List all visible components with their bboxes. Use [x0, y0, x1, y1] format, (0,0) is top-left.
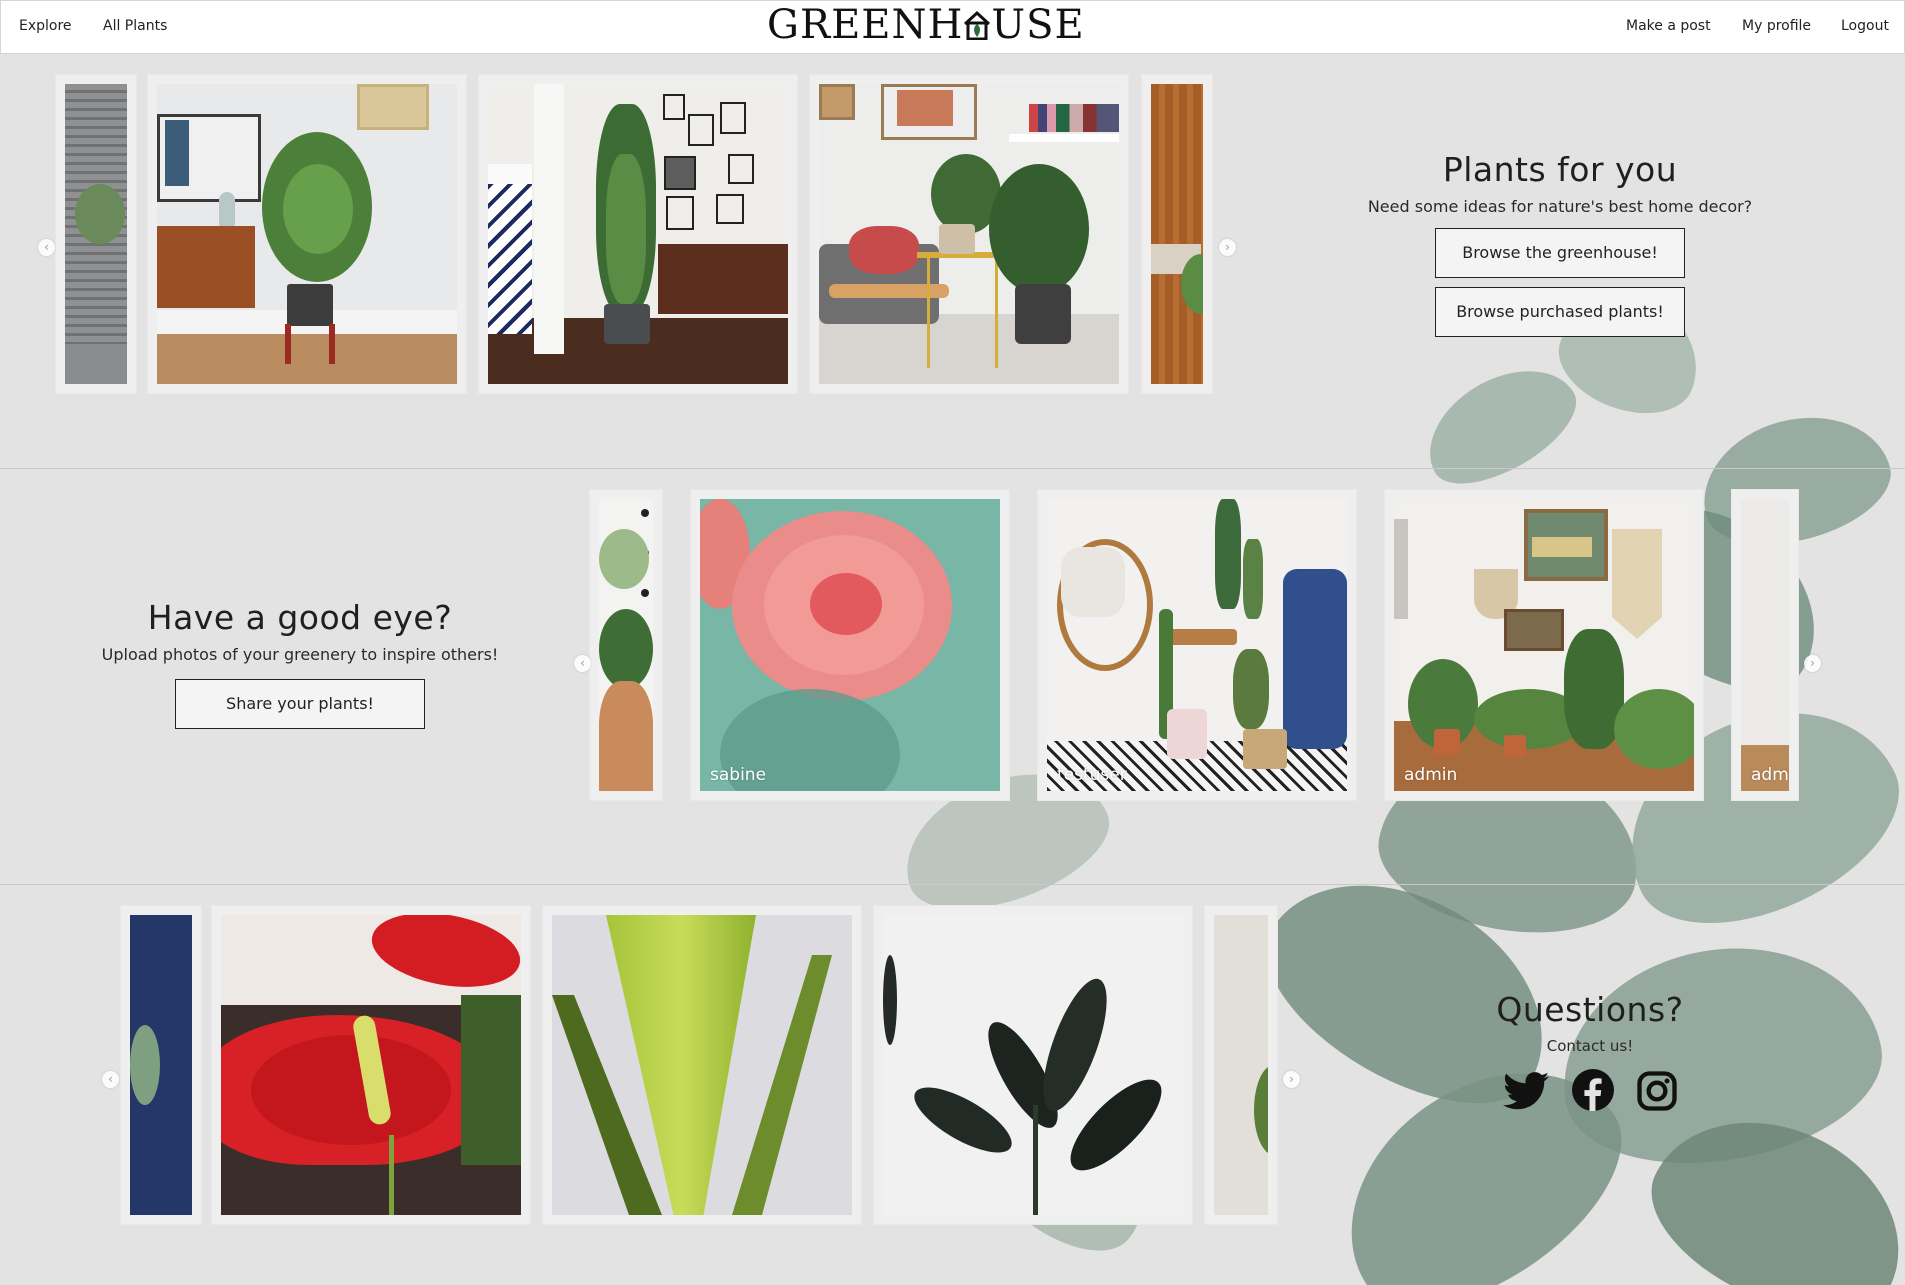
- facebook-icon[interactable]: [1572, 1069, 1614, 1115]
- post-username[interactable]: admin: [1404, 765, 1457, 785]
- nav-all-plants-link[interactable]: All Plants: [103, 18, 167, 34]
- questions-section: Questions? Contact us!: [1450, 990, 1730, 1115]
- carousel-next-arrow[interactable]: ›: [1804, 655, 1821, 672]
- browse-purchased-button[interactable]: Browse purchased plants!: [1435, 287, 1685, 337]
- twitter-icon[interactable]: [1502, 1071, 1549, 1115]
- post-card[interactable]: admin: [1385, 490, 1703, 800]
- top-navbar: Explore All Plants GREENH USE Make a pos…: [0, 0, 1905, 54]
- browse-greenhouse-button[interactable]: Browse the greenhouse!: [1435, 228, 1685, 278]
- good-eye-section: Have a good eye? Upload photos of your g…: [90, 598, 510, 729]
- house-leaf-icon: [964, 10, 991, 40]
- post-card-partial-right[interactable]: admin: [1732, 490, 1798, 800]
- shop-plant-card[interactable]: [874, 906, 1192, 1224]
- nav-logout-link[interactable]: Logout: [1841, 18, 1889, 34]
- contact-us-text: Contact us!: [1546, 1037, 1634, 1055]
- social-links: [1450, 1069, 1730, 1115]
- good-eye-subtitle: Upload photos of your greenery to inspir…: [101, 645, 499, 664]
- nav-make-post-link[interactable]: Make a post: [1626, 18, 1711, 34]
- plants-for-you-title: Plants for you: [1442, 150, 1678, 189]
- post-username[interactable]: admin: [1751, 765, 1789, 785]
- logo-text-left: GREENH: [767, 2, 964, 48]
- shop-plant-card-partial-left[interactable]: [121, 906, 201, 1224]
- questions-title: Questions?: [1496, 990, 1684, 1029]
- greenhouse-logo[interactable]: GREENH USE: [767, 3, 1085, 47]
- good-eye-title: Have a good eye?: [147, 598, 453, 637]
- logo-text-right: USE: [991, 2, 1085, 48]
- carousel-prev-arrow[interactable]: ‹: [102, 1071, 119, 1088]
- instagram-icon[interactable]: [1637, 1071, 1677, 1115]
- plants-for-you-section: Plants for you Need some ideas for natur…: [1340, 150, 1780, 337]
- shop-plant-card[interactable]: [212, 906, 530, 1224]
- share-plants-button[interactable]: Share your plants!: [175, 679, 425, 729]
- nav-explore-link[interactable]: Explore: [19, 18, 72, 34]
- shop-plant-card-partial-right[interactable]: [1205, 906, 1277, 1224]
- shop-plant-card[interactable]: [543, 906, 861, 1224]
- carousel-next-arrow[interactable]: ›: [1283, 1071, 1300, 1088]
- nav-my-profile-link[interactable]: My profile: [1742, 18, 1811, 34]
- plants-for-you-subtitle: Need some ideas for nature's best home d…: [1367, 197, 1753, 216]
